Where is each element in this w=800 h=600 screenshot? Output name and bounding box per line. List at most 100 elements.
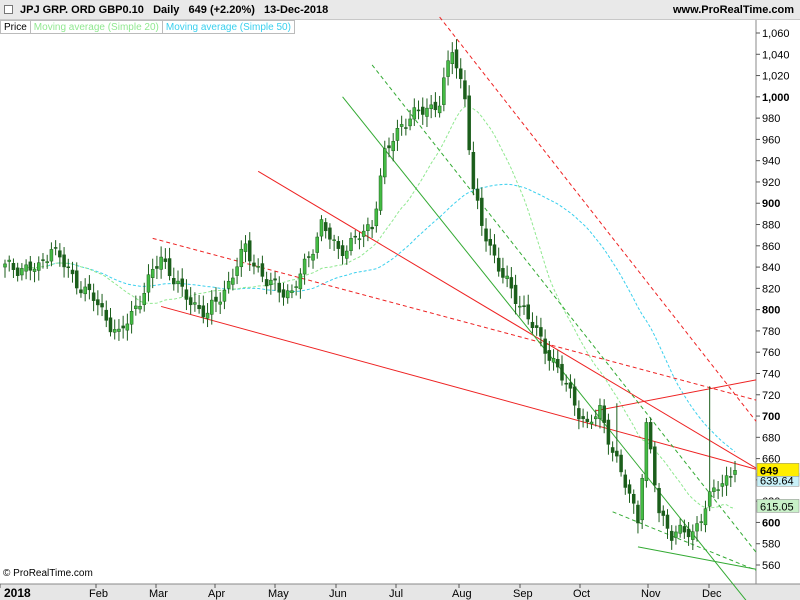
candle-body [707,491,712,507]
candle-body [79,289,83,294]
candle-body [433,101,438,111]
candle-body [505,275,509,279]
candle-body [197,305,201,310]
candle-body [239,248,244,268]
y-tick-label: 740 [762,368,780,380]
y-tick-label: 1,060 [762,28,790,40]
candle-body [32,268,37,272]
candle-body [349,238,353,251]
candle-body [551,358,556,363]
candle-body [653,446,657,486]
candle-body [631,494,636,504]
candle-body [231,277,235,285]
candle-body [311,253,315,261]
candle-body [96,299,100,306]
candle-body [91,292,96,301]
candle-body [298,273,303,290]
candle-body [188,297,193,306]
candle-body [273,278,277,281]
candle-body [112,329,117,333]
candle-body [501,268,505,278]
candle-body [467,95,471,151]
candle-body [606,419,611,445]
candle-body [404,127,408,129]
last-price-tag-label: 649 [760,465,778,477]
x-tick-label: Jun [329,588,347,600]
y-tick-label: 900 [762,198,780,210]
candle-body [648,422,653,450]
candle-body [534,325,539,328]
candle-body [323,222,328,232]
candle-body [699,521,703,523]
y-tick-label: 1,020 [762,71,790,83]
y-tick-label: 780 [762,326,780,338]
candle-body [319,219,324,237]
candle-body [408,118,412,127]
candle-body [496,257,501,272]
candle-body [83,286,87,295]
candle-body [58,250,62,258]
candle-body [7,259,11,262]
candle-body [686,528,691,538]
candle-body [193,302,197,305]
ma20-value-tag-label: 615.05 [760,501,794,513]
candle-body [163,258,168,262]
candle-body [691,531,695,540]
y-tick-label: 840 [762,262,780,274]
x-tick-label: Dec [702,588,722,600]
candle-body [252,262,256,267]
candle-body [155,266,159,269]
y-tick-label: 600 [762,517,780,529]
candle-body [70,269,75,275]
candle-body [703,508,708,526]
candle-body [442,77,446,105]
candle-body [627,484,632,494]
candle-body [176,280,180,285]
candle-body [665,514,670,529]
candle-body [285,290,290,299]
candle-body [674,531,678,538]
candle-body [475,188,480,201]
candle-body [391,141,395,152]
candle-body [302,258,307,275]
candle-body [290,290,294,293]
candle-body [366,224,370,231]
y-tick-label: 680 [762,432,780,444]
candle-body [678,524,682,534]
candle-body [218,301,222,305]
candle-body [420,106,425,115]
candle-body [577,408,581,420]
candle-body [24,264,28,272]
x-tick-label: Mar [149,588,168,600]
candle-body [644,422,649,482]
candle-body [522,305,526,308]
y-tick-label: 800 [762,305,780,317]
price-chart[interactable]: 1,060 1,040 1,020 1,000 980 960 940 920 900 880 86… [0,0,800,600]
candle-body [37,262,41,271]
candle-body [657,487,661,514]
candle-body [247,240,252,262]
candle-body [49,249,54,262]
y-tick-label: 580 [762,539,780,551]
candle-body [488,239,493,246]
candle-body [598,405,602,420]
candle-body [357,238,362,241]
candle-body [480,197,484,226]
candle-body [167,258,172,277]
candle-body [416,109,421,112]
x-tick-label: May [268,588,289,600]
candle-body [87,283,92,291]
candle-body [374,208,379,227]
candle-body [159,256,163,270]
candle-body [724,475,729,486]
y-tick-label: 960 [762,134,780,146]
candle-body [53,247,58,249]
candle-body [3,263,7,268]
candle-body [572,386,577,406]
candle-body [277,282,282,293]
candle-body [539,327,543,337]
candle-body [695,523,699,532]
candle-body [568,382,573,389]
candle-body [294,286,298,288]
y-tick-label: 880 [762,220,780,232]
